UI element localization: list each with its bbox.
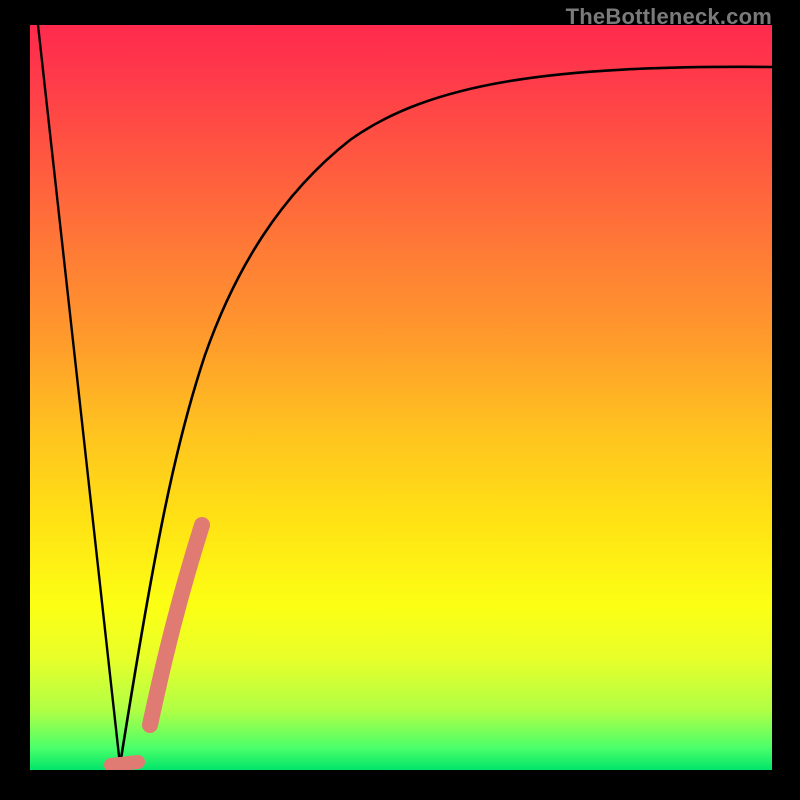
chart-frame: TheBottleneck.com bbox=[0, 0, 800, 800]
highlight-base bbox=[111, 762, 138, 765]
black-curve bbox=[38, 25, 772, 765]
watermark-text: TheBottleneck.com bbox=[566, 4, 772, 30]
chart-svg bbox=[30, 25, 772, 770]
curve-left-limb bbox=[38, 25, 120, 765]
plot-area bbox=[30, 25, 772, 770]
highlight-rise bbox=[150, 525, 202, 725]
curve-right-limb bbox=[120, 67, 772, 765]
